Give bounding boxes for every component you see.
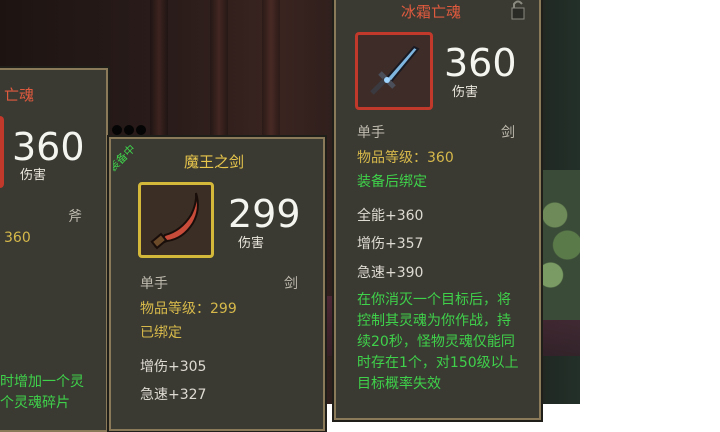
- lock-icon: [511, 0, 525, 20]
- tooltip-right-bind-status: 装备后绑定: [357, 174, 427, 190]
- tooltip-right-damage-label: 伤害: [452, 85, 479, 100]
- tooltip-right-effect: 在你消灭一个目标后，将控制其灵魂为你作战，持续20秒，怪物灵魂仅能同时存在1个，…: [357, 292, 519, 392]
- tooltip-left-title: 亡魂: [4, 86, 35, 104]
- tooltip-center-title: 魔王之剑: [184, 153, 245, 171]
- frost-sword-icon: [370, 45, 420, 95]
- tooltip-center-icon-frame[interactable]: [138, 182, 214, 258]
- tooltip-right-item-level: 物品等级：360: [357, 150, 454, 166]
- tooltip-right-type: 剑: [501, 125, 515, 141]
- tooltip-left-item-level: 360: [4, 230, 31, 246]
- tooltip-center-item-level: 物品等级：299: [140, 301, 237, 317]
- tooltip-center-stat: 急速+327: [140, 387, 207, 403]
- tooltip-center-stat: 增伤+305: [140, 359, 207, 375]
- tooltip-center-damage: 299: [228, 192, 301, 236]
- tooltip-left-damage: 360: [12, 125, 85, 169]
- tooltip-center-type: 剑: [284, 276, 298, 292]
- tooltip-right-stat: 急速+390: [357, 265, 424, 281]
- tooltip-right-hand: 单手: [357, 125, 385, 141]
- curved-blade-icon: [150, 192, 199, 250]
- tooltip-left-type: 斧: [68, 209, 82, 225]
- tooltip-left-damage-label: 伤害: [20, 168, 47, 183]
- tooltip-left-icon-frame: [0, 116, 4, 188]
- tooltip-center-bind-status: 已绑定: [140, 325, 182, 341]
- plant-decoration: [538, 170, 580, 320]
- tooltip-right-damage: 360: [444, 41, 517, 85]
- tooltip-right-stat: 增伤+357: [357, 236, 424, 252]
- tooltip-right-title: 冰霜亡魂: [401, 3, 462, 21]
- tooltip-center-damage-label: 伤害: [238, 236, 265, 251]
- tooltip-right-stat: 全能+360: [357, 208, 424, 224]
- tooltip-center-hand: 单手: [140, 276, 168, 292]
- tooltip-left-effect: 时增加一个灵 个灵魂碎片: [0, 374, 84, 411]
- tooltip-right-icon-frame[interactable]: [355, 32, 433, 110]
